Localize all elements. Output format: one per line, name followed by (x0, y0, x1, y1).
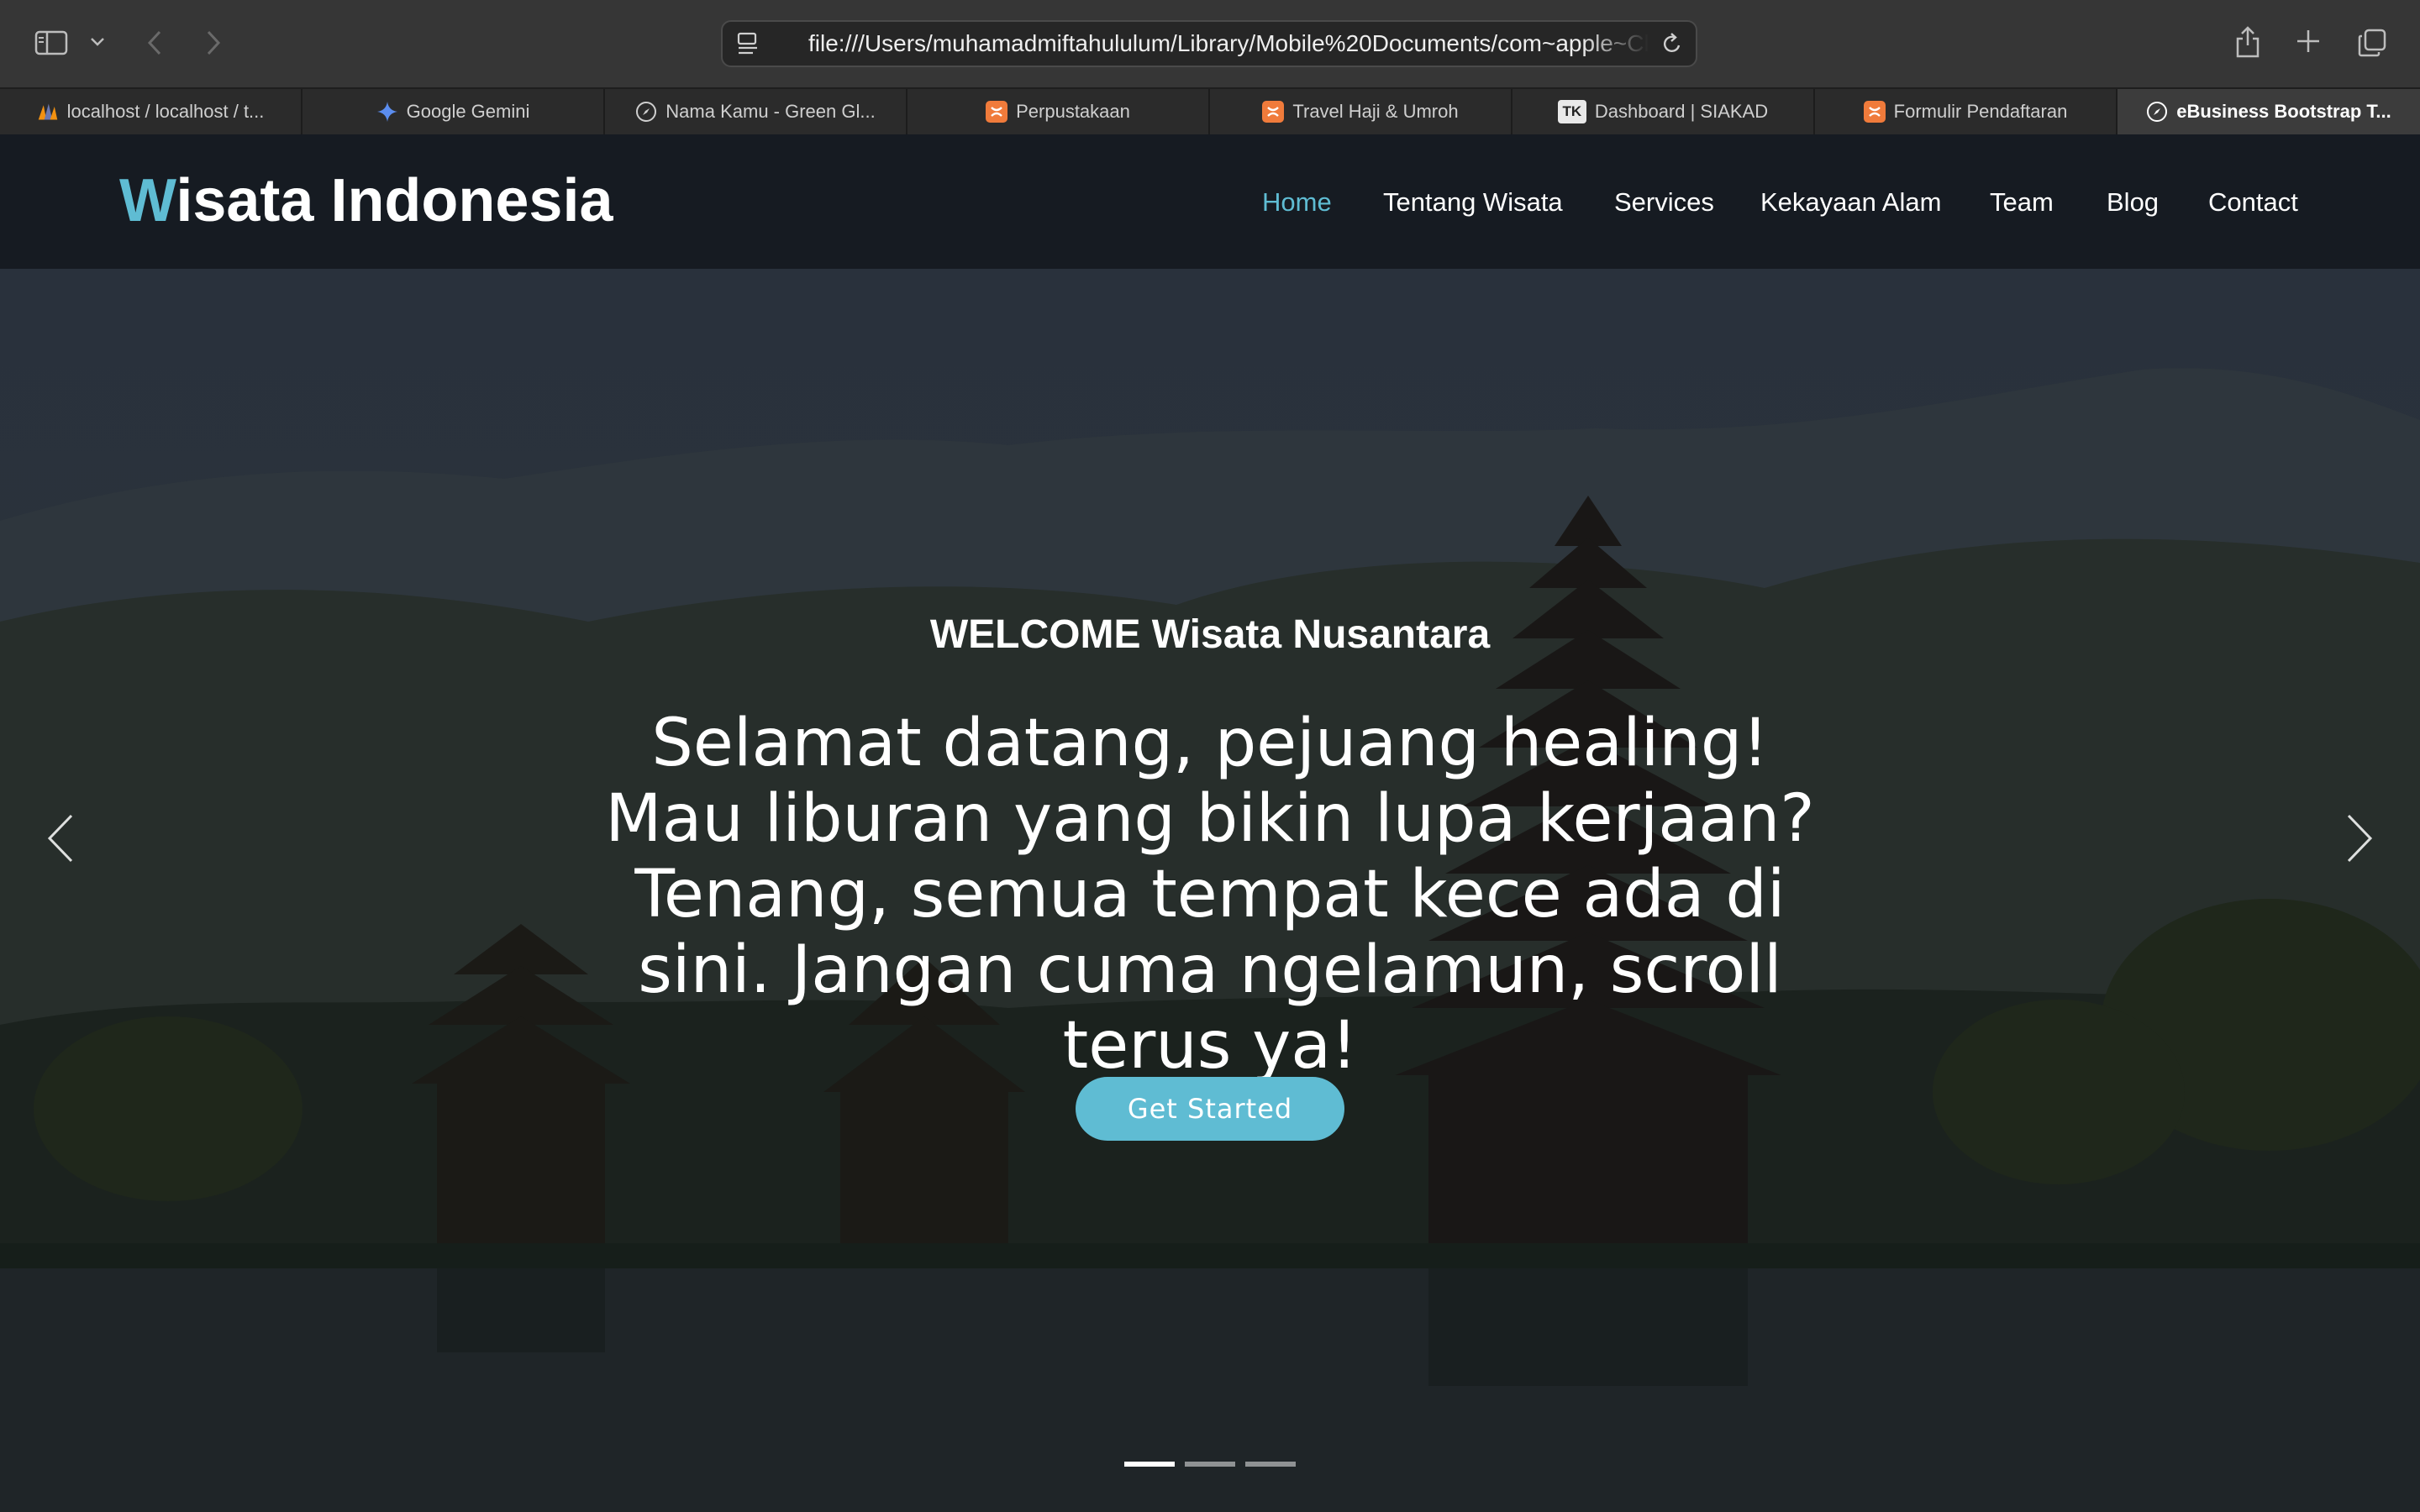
browser-tab[interactable]: Perpustakaan (908, 89, 1210, 134)
forward-arrow-icon[interactable] (198, 25, 229, 60)
browser-tab[interactable]: Travel Haji & Umroh (1210, 89, 1512, 134)
carousel-next-icon[interactable] (2334, 796, 2385, 880)
nav-contact[interactable]: Contact (2208, 185, 2298, 220)
xampp-icon (1863, 101, 1886, 123)
new-tab-icon[interactable] (2291, 24, 2326, 59)
share-icon[interactable] (2230, 22, 2265, 62)
chevron-down-icon[interactable] (86, 30, 109, 54)
browser-tab[interactable]: Google Gemini (302, 89, 605, 134)
site-logo[interactable]: Wisata Indonesia (119, 163, 613, 239)
sidebar-toggle-icon[interactable] (30, 25, 72, 60)
carousel-indicator-3[interactable] (1245, 1462, 1296, 1467)
nav-kekayaan-alam[interactable]: Kekayaan Alam (1760, 185, 1941, 220)
nav-blog[interactable]: Blog (2107, 185, 2159, 220)
back-arrow-icon[interactable] (139, 25, 170, 60)
nav-tentang-wisata[interactable]: Tentang Wisata (1383, 185, 1563, 220)
page-settings-icon[interactable] (731, 29, 765, 59)
browser-tab[interactable]: Formulir Pendaftaran (1815, 89, 2118, 134)
tk-icon: TK (1557, 100, 1586, 123)
phpmyadmin-icon (37, 101, 59, 123)
browser-toolbar: file:///Users/muhamadmiftahululum/Librar… (0, 0, 2420, 87)
reload-icon[interactable] (1657, 29, 1687, 59)
xampp-icon (1262, 101, 1285, 123)
browser-tab[interactable]: localhost / localhost / t... (0, 89, 302, 134)
carousel-indicator-2[interactable] (1185, 1462, 1235, 1467)
compass-icon (635, 101, 657, 123)
nav-services[interactable]: Services (1614, 185, 1714, 220)
tab-bar: localhost / localhost / t... Google Gemi… (0, 87, 2420, 134)
xampp-icon (986, 101, 1008, 123)
browser-tab[interactable]: TK Dashboard | SIAKAD (1512, 89, 1815, 134)
site-header: Wisata Indonesia Home Tentang Wisata Ser… (0, 134, 2420, 269)
nav-team[interactable]: Team (1990, 185, 2054, 220)
carousel-indicator-1[interactable] (1124, 1462, 1175, 1467)
tab-overview-icon[interactable] (2353, 24, 2391, 62)
nav-home[interactable]: Home (1262, 185, 1332, 220)
get-started-button[interactable]: Get Started (1076, 1077, 1344, 1141)
hero-description: Selamat datang, pejuang healing! Mau lib… (605, 706, 1815, 1084)
gemini-icon (376, 101, 398, 123)
compass-icon (2146, 101, 2168, 123)
browser-tab[interactable]: Nama Kamu - Green Gl... (605, 89, 908, 134)
url-text: file:///Users/muhamadmiftahululum/Librar… (808, 30, 1649, 56)
hero-carousel: WELCOME Wisata Nusantara Selamat datang,… (0, 269, 2420, 1512)
browser-tab-active[interactable]: eBusiness Bootstrap T... (2118, 89, 2420, 134)
hero-welcome-heading: WELCOME Wisata Nusantara (929, 612, 1491, 657)
carousel-prev-icon[interactable] (35, 796, 86, 880)
address-bar[interactable]: file:///Users/muhamadmiftahululum/Librar… (721, 20, 1697, 67)
